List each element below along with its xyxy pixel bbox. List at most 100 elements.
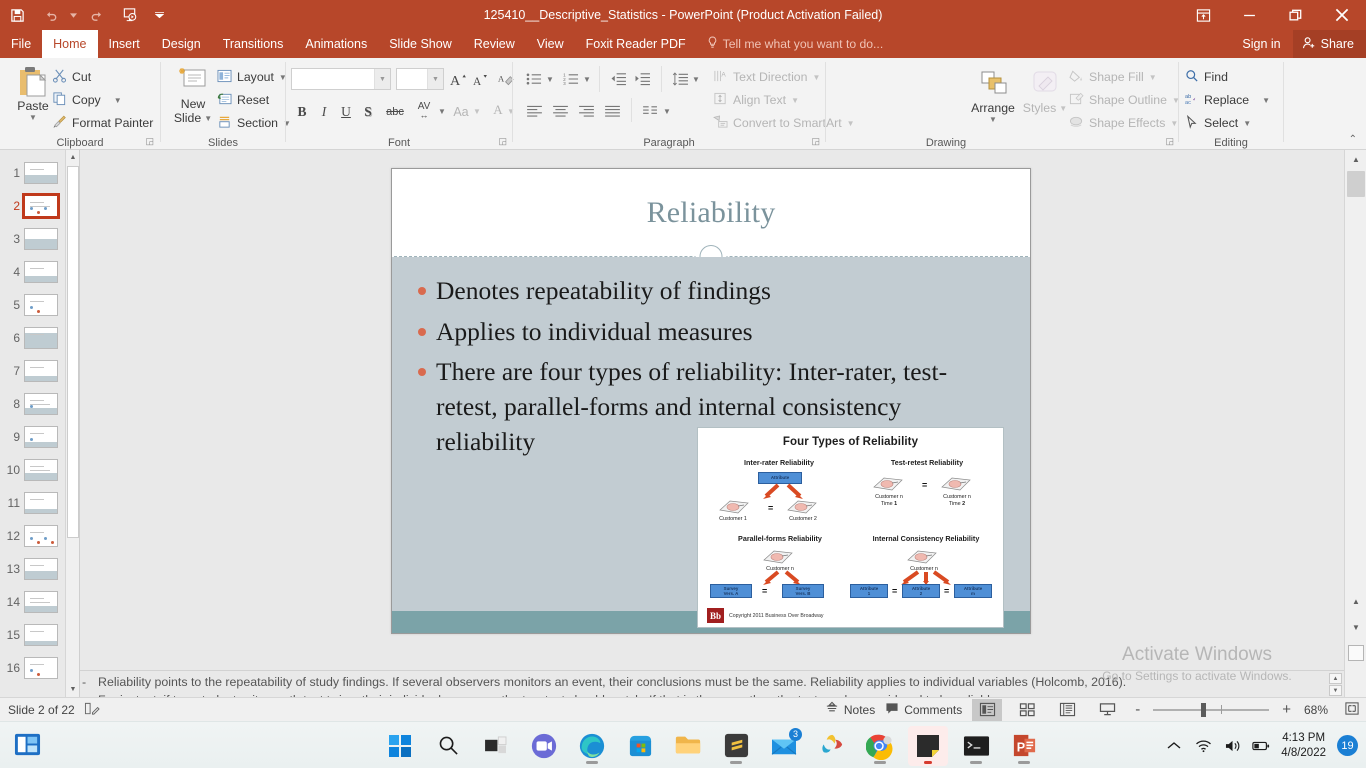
font-color-button[interactable]: A [489,99,507,121]
slide-thumbnail-preview[interactable] [24,326,58,349]
slide-thumbnail-preview[interactable] [24,425,58,448]
align-right-button[interactable] [575,100,597,122]
bullets-dropdown-icon[interactable]: ▼ [546,75,554,84]
share-button[interactable]: Share [1292,30,1366,58]
next-slide-button[interactable]: ▼ [1345,618,1366,637]
numbering-dropdown-icon[interactable]: ▼ [583,75,591,84]
justify-button[interactable] [601,100,623,122]
change-case-button[interactable]: Aa [449,101,473,123]
battery-icon[interactable] [1252,737,1270,755]
scrollbar-thumb[interactable] [1347,171,1365,197]
notification-badge[interactable]: 19 [1337,735,1358,756]
increase-font-size-button[interactable]: A [448,68,470,90]
slide-thumbnail-16[interactable]: 16 [0,651,66,684]
customize-qat-icon[interactable] [147,0,171,30]
slide-thumbnail-15[interactable]: 15 [0,618,66,651]
undo-dropdown-icon[interactable] [68,0,79,30]
slide-thumbnail-preview[interactable] [24,458,58,481]
line-spacing-button[interactable] [669,68,691,90]
tab-insert[interactable]: Insert [98,30,151,58]
slide-thumbnail-preview[interactable] [24,557,58,580]
bullets-button[interactable] [523,68,545,90]
notes-scroll-up-icon[interactable]: ▲ [1329,673,1342,684]
italic-button[interactable]: I [313,101,335,123]
paste-dropdown-icon[interactable]: ▼ [29,113,37,122]
slide-thumbnail-preview[interactable] [24,260,58,283]
thumbnail-scrollbar-thumb[interactable] [67,166,79,538]
tab-review[interactable]: Review [463,30,526,58]
notes-pane[interactable]: - Reliability points to the repeatabilit… [80,670,1344,697]
slide-thumbnail-preview[interactable] [24,359,58,382]
slide-thumbnail-preview[interactable] [24,227,58,250]
taskbar-app-microsoft-edge[interactable] [572,726,612,766]
line-spacing-dropdown-icon[interactable]: ▼ [692,75,700,84]
slide-show-view-button[interactable] [1092,699,1122,721]
paragraph-dialog-launcher[interactable]: ◲ [811,136,820,147]
font-dialog-launcher[interactable]: ◲ [498,136,507,147]
taskbar-app-sticky-notes[interactable] [908,725,948,766]
slide-thumbnail-5[interactable]: 5 [0,288,66,321]
slide-thumbnail-preview[interactable] [24,524,58,547]
normal-view-button[interactable] [972,698,1003,721]
slide-thumbnail-preview[interactable] [24,293,58,316]
new-slide-button[interactable]: New Slide ▼ [169,66,217,125]
wifi-icon[interactable] [1194,737,1212,755]
align-text-dropdown-icon[interactable]: ▼ [791,96,799,105]
tab-file[interactable]: File [0,30,42,58]
zoom-slider[interactable] [1153,702,1270,717]
character-spacing-dropdown-icon[interactable]: ▼ [438,107,446,116]
taskbar-app-microsoft-store[interactable] [620,726,660,766]
font-name-input[interactable]: ▼ [291,68,391,90]
quick-styles-button[interactable]: Styles ▼ [1020,70,1070,115]
redo-icon[interactable] [79,0,113,30]
zoom-out-button[interactable]: - [1132,701,1143,718]
taskbar-app-command-prompt[interactable] [956,726,996,766]
text-direction-dropdown-icon[interactable]: ▼ [813,73,821,82]
notes-page-icon[interactable] [84,701,100,719]
character-spacing-button[interactable]: AV ↔ [410,99,438,121]
save-icon[interactable] [0,0,34,30]
tab-view[interactable]: View [526,30,575,58]
copy-dropdown-icon[interactable]: ▼ [114,96,122,105]
ribbon-display-options-icon[interactable] [1180,0,1226,30]
taskbar-app-file-explorer[interactable] [668,726,708,766]
close-icon[interactable] [1318,0,1366,30]
decrease-font-size-button[interactable]: A [470,68,492,90]
arrange-dropdown-icon[interactable]: ▼ [989,115,997,124]
new-slide-dropdown-icon[interactable]: ▼ [204,114,212,123]
reset-button[interactable]: Reset [217,89,269,111]
slide-thumbnail-13[interactable]: 13 [0,552,66,585]
slide-thumbnail-1[interactable]: 1 [0,156,66,189]
notes-button[interactable]: Notes [825,701,875,718]
select-button[interactable]: Select ▼ [1185,112,1251,134]
start-button[interactable] [380,726,420,766]
shape-fill-button[interactable]: Shape Fill ▼ [1069,66,1157,88]
sign-in-button[interactable]: Sign in [1230,30,1292,58]
slide-thumbnail-pane[interactable]: 1 2 3 4 5 6 7 8 9 10 11 12 13 14 15 16 ▲ ▼ [0,150,80,697]
fit-to-window-button[interactable] [1344,701,1360,719]
taskbar-clock[interactable]: 4:13 PM 4/8/2022 [1281,731,1326,761]
slide-thumbnail-preview[interactable] [24,623,58,646]
tab-design[interactable]: Design [151,30,212,58]
slide-thumbnail-11[interactable]: 11 [0,486,66,519]
slide-canvas[interactable]: Reliability Denotes repeatability of fin… [391,168,1031,634]
slide-thumbnail-9[interactable]: 9 [0,420,66,453]
slide-thumbnail-7[interactable]: 7 [0,354,66,387]
columns-dropdown-icon[interactable]: ▼ [663,107,671,116]
decrease-indent-button[interactable] [607,68,629,90]
drawing-dialog-launcher[interactable]: ◲ [1165,136,1174,147]
collapse-ribbon-button[interactable]: ⌃ [1349,134,1357,145]
task-view-button[interactable] [476,726,516,766]
thumbnail-scrollbar[interactable]: ▲ ▼ [65,150,79,697]
slide-thumbnail-preview[interactable] [24,656,58,679]
restore-icon[interactable] [1272,0,1318,30]
zoom-in-button[interactable]: + [1279,701,1294,718]
align-left-button[interactable] [523,100,545,122]
text-shadow-button[interactable]: S [357,101,379,123]
shape-outline-button[interactable]: Shape Outline ▼ [1069,89,1180,111]
font-size-dropdown-icon[interactable]: ▼ [427,69,443,89]
underline-button[interactable]: U [335,101,357,123]
bold-button[interactable]: B [291,101,313,123]
slide-thumbnail-preview[interactable] [22,192,60,219]
thumbnail-scroll-down-icon[interactable]: ▼ [66,682,79,697]
